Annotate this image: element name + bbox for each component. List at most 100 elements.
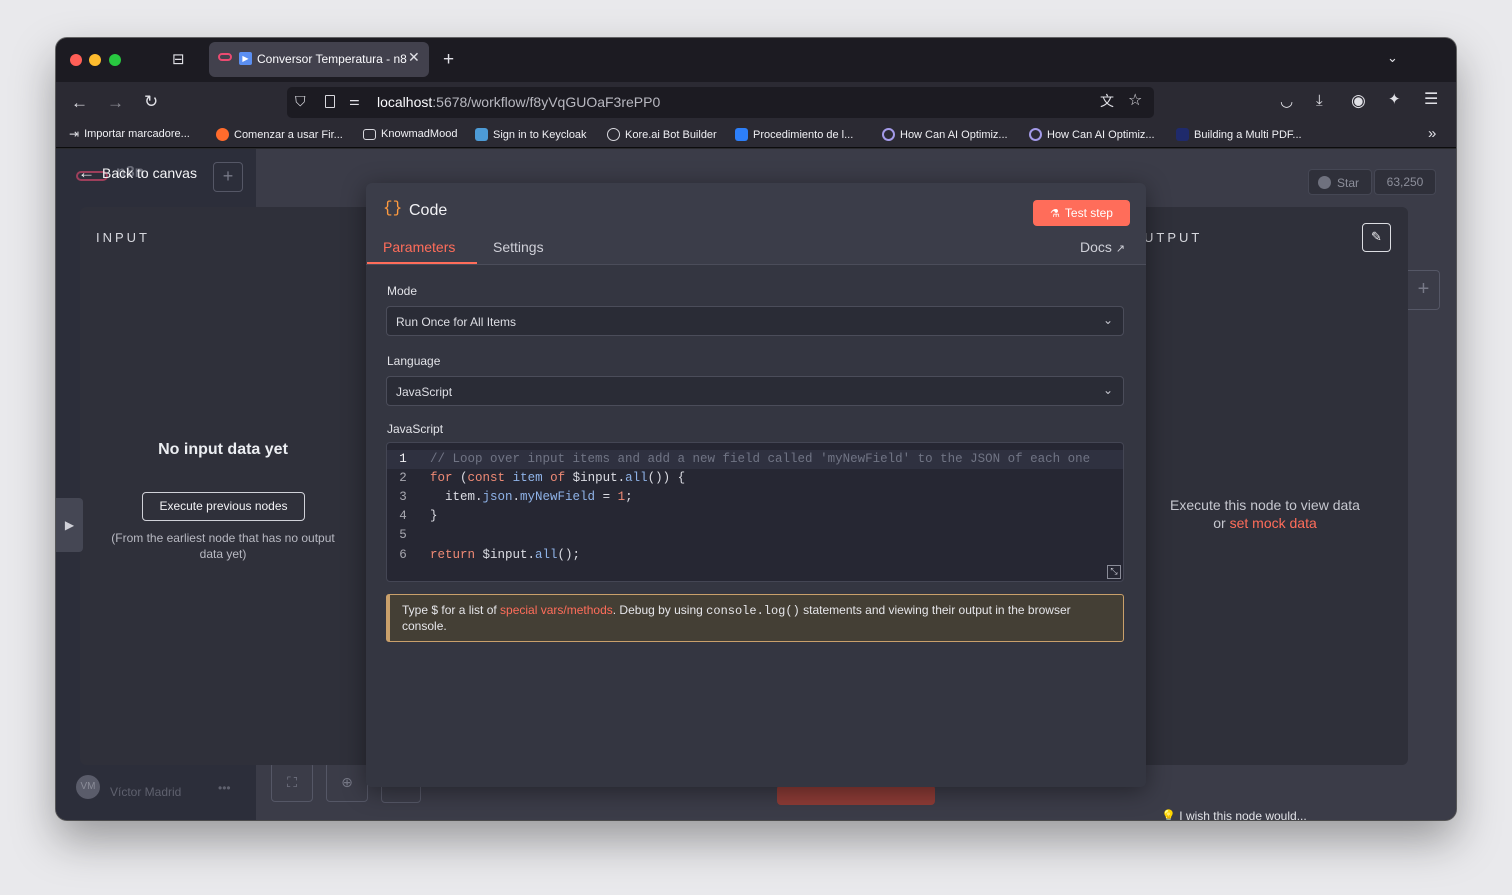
- language-value: JavaScript: [396, 385, 453, 399]
- edit-output-icon[interactable]: ✎: [1362, 223, 1391, 252]
- doc-icon: [1176, 128, 1189, 141]
- bookmark-label: Importar marcadore...: [84, 128, 190, 140]
- line-number: 2: [399, 471, 407, 485]
- add-node-icon[interactable]: +: [213, 162, 243, 192]
- reload-icon[interactable]: ↻: [144, 93, 158, 110]
- shield-icon[interactable]: ⛉: [295, 94, 306, 108]
- new-tab-icon[interactable]: +: [443, 50, 454, 69]
- extensions-icon[interactable]: ✦: [1388, 92, 1401, 107]
- bookmarks-bar: ⇥ Importar marcadore... Comenzar a usar F…: [56, 124, 1456, 148]
- url-bar[interactable]: ⛉ ⚌ localhost:5678/workflow/f8yVqGUOaF3r…: [287, 87, 1154, 118]
- hint-code: console.log(): [706, 604, 800, 618]
- bookmark-label: Kore.ai Bot Builder: [625, 128, 717, 141]
- language-select[interactable]: JavaScript ⌄: [386, 376, 1124, 406]
- url-path: :5678/workflow/f8yVqGUOaF3rePP0: [432, 94, 661, 110]
- lightbulb-icon: 💡: [1161, 809, 1176, 820]
- permissions-icon[interactable]: ⚌: [349, 95, 360, 107]
- bookmark-firefox[interactable]: Comenzar a usar Fir...: [216, 128, 343, 141]
- github-icon: [1318, 176, 1331, 189]
- fit-view-icon[interactable]: ⛶: [271, 762, 313, 802]
- url-host: localhost: [377, 94, 433, 110]
- feedback-text: I wish this node would...: [1179, 809, 1307, 820]
- input-note: (From the earliest node that has no outp…: [111, 531, 335, 561]
- feedback-link[interactable]: 💡 I wish this node would...: [1161, 809, 1307, 820]
- bookmark-multi-pdf[interactable]: Building a Multi PDF...: [1176, 128, 1302, 141]
- firefox-icon: [216, 128, 229, 141]
- openai-icon: [882, 128, 895, 141]
- bookmark-import[interactable]: ⇥ Importar marcadore...: [69, 128, 190, 140]
- hint-prefix: Type $ for a list of: [402, 603, 501, 617]
- line-number: 3: [399, 490, 407, 504]
- output-message: Execute this node to view data: [1170, 497, 1360, 513]
- user-menu-icon[interactable]: •••: [218, 781, 231, 795]
- output-mock-line: or set mock data: [1140, 515, 1390, 531]
- bookmark-procedimiento[interactable]: Procedimiento de l...: [735, 128, 853, 141]
- bookmark-ai-1[interactable]: How Can AI Optimiz...: [882, 128, 1008, 141]
- test-step-button[interactable]: ⚗ Test step: [1033, 200, 1130, 226]
- folder-icon: [363, 128, 376, 140]
- add-output-node-icon[interactable]: +: [1408, 270, 1440, 310]
- code-line: }: [430, 509, 438, 523]
- hint-notice: Type $ for a list of special vars/method…: [386, 594, 1124, 642]
- bookmark-ai-2[interactable]: How Can AI Optimiz...: [1029, 128, 1155, 141]
- bookmark-label: Building a Multi PDF...: [1194, 128, 1302, 141]
- star-count[interactable]: 63,250: [1374, 169, 1436, 195]
- tab-overview-icon[interactable]: ⊟: [172, 52, 185, 67]
- bookmark-star-icon[interactable]: ☆: [1128, 93, 1142, 109]
- mode-value: Run Once for All Items: [396, 315, 517, 329]
- docs-link[interactable]: Docs ↗: [1080, 239, 1125, 255]
- line-number: 6: [399, 548, 407, 562]
- bookmark-label: How Can AI Optimiz...: [1047, 128, 1155, 141]
- forward-arrow-icon[interactable]: →: [107, 94, 124, 111]
- execute-workflow-button[interactable]: [777, 785, 935, 805]
- account-icon[interactable]: ◉: [1351, 92, 1366, 109]
- close-window-button[interactable]: [70, 54, 82, 66]
- zoom-window-button[interactable]: [109, 54, 121, 66]
- tab-bar: ⊟ ▶ Conversor Temperatura - n8n ✕ + ⌄: [56, 38, 1456, 82]
- code-editor[interactable]: 1 // Loop over input items and add a new…: [386, 442, 1124, 582]
- back-to-canvas-button[interactable]: ← Back to canvas: [78, 163, 197, 183]
- bookmark-kore[interactable]: Kore.ai Bot Builder: [607, 128, 717, 141]
- menu-icon[interactable]: ☰: [1424, 92, 1438, 108]
- tab-settings[interactable]: Settings: [493, 239, 544, 255]
- github-star-button[interactable]: Star: [1308, 169, 1372, 195]
- download-icon[interactable]: ⤓: [1316, 93, 1323, 108]
- code-line: // Loop over input items and add a new f…: [430, 452, 1091, 466]
- line-number: 5: [399, 528, 407, 542]
- external-link-icon: ↗: [1115, 243, 1126, 255]
- translate-icon[interactable]: 文: [1100, 94, 1114, 108]
- more-bookmarks-icon[interactable]: »: [1428, 126, 1436, 141]
- mode-select[interactable]: Run Once for All Items ⌄: [386, 306, 1124, 336]
- node-title[interactable]: Code: [409, 202, 447, 220]
- openai-icon: [1029, 128, 1042, 141]
- url-text: localhost:5678/workflow/f8yVqGUOaF3rePP0: [377, 94, 660, 110]
- set-mock-data-link[interactable]: set mock data: [1230, 515, 1317, 531]
- drag-handle[interactable]: ▶: [56, 498, 83, 552]
- back-arrow-icon[interactable]: ←: [71, 94, 88, 111]
- flask-icon: ⚗: [1050, 207, 1060, 220]
- tab-list-chevron-icon[interactable]: ⌄: [1387, 51, 1398, 64]
- browser-tab[interactable]: ▶ Conversor Temperatura - n8n ✕: [209, 42, 429, 77]
- tab-parameters[interactable]: Parameters: [383, 239, 455, 255]
- chevron-down-icon: ⌄: [1102, 383, 1113, 397]
- close-tab-icon[interactable]: ✕: [408, 50, 420, 64]
- tab-title: Conversor Temperatura - n8n: [257, 52, 407, 66]
- star-label: Star: [1337, 176, 1360, 190]
- avatar[interactable]: VM: [76, 775, 100, 799]
- code-line: item.json.myNewField = 1;: [430, 490, 633, 504]
- bookmark-keycloak[interactable]: Sign in to Keycloak: [475, 128, 587, 141]
- confluence-icon: [735, 128, 748, 141]
- minimize-window-button[interactable]: [89, 54, 101, 66]
- chevron-down-icon: ⌄: [1102, 313, 1113, 327]
- back-to-canvas-label: Back to canvas: [102, 165, 197, 181]
- arrow-left-icon: ←: [78, 163, 95, 182]
- line-number: 4: [399, 509, 407, 523]
- zoom-in-icon[interactable]: ⊕: [326, 762, 368, 802]
- globe-icon: [607, 128, 620, 141]
- bookmark-knowmadmood[interactable]: KnowmadMood: [363, 128, 457, 140]
- execute-previous-nodes-button[interactable]: Execute previous nodes: [142, 492, 305, 521]
- pocket-icon[interactable]: ◡: [1280, 94, 1293, 109]
- special-vars-link[interactable]: special vars/methods: [500, 603, 613, 617]
- expand-editor-icon[interactable]: ⤡: [1107, 565, 1121, 579]
- n8n-app: n8n VM Víctor Madrid ••• ⛶ ⊕ Star 63,250…: [56, 149, 1456, 820]
